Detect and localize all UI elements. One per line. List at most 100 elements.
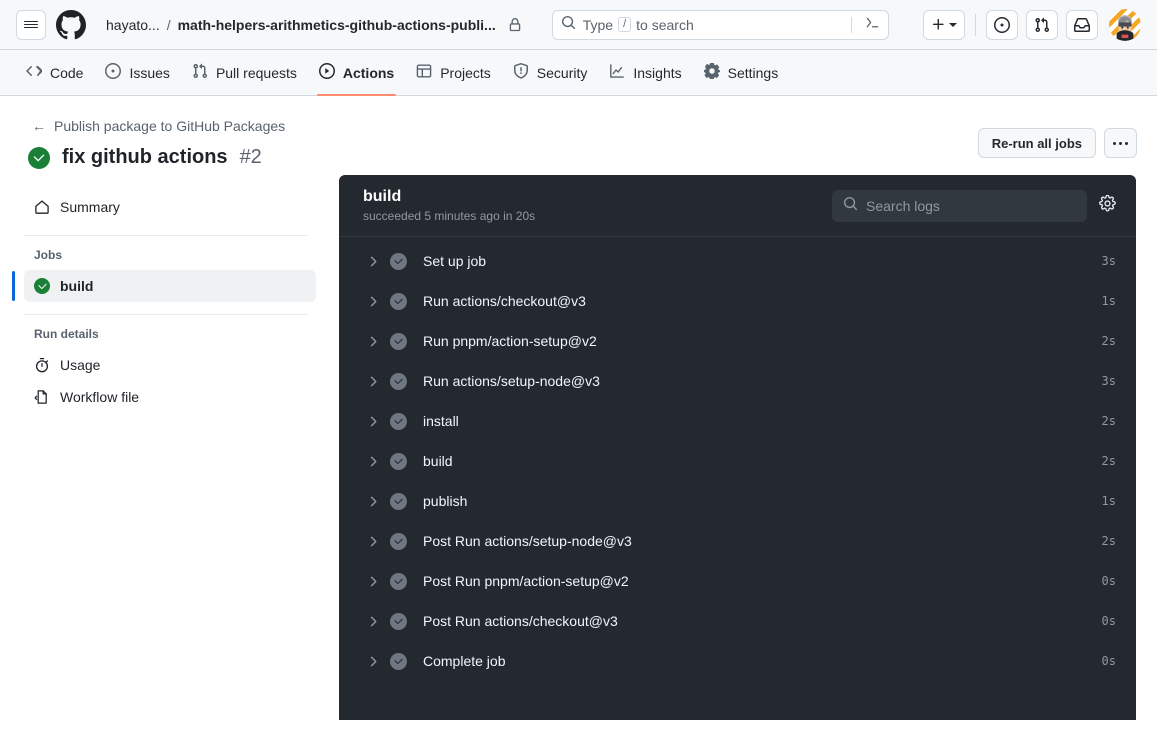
- breadcrumb-owner[interactable]: hayato...: [106, 17, 160, 33]
- breadcrumb-repo[interactable]: math-helpers-arithmetics-github-actions-…: [178, 17, 496, 33]
- chevron-right-icon[interactable]: [363, 495, 383, 508]
- step-row[interactable]: Set up job 3s: [339, 241, 1136, 281]
- dot: [1113, 141, 1116, 145]
- search-logs-placeholder: Search logs: [866, 197, 940, 214]
- step-success-icon: [390, 412, 407, 430]
- sidebar-item-usage[interactable]: Usage: [24, 349, 316, 381]
- step-row[interactable]: Run pnpm/action-setup@v2 2s: [339, 321, 1136, 361]
- step-success-icon: [390, 252, 407, 270]
- step-name: Run actions/setup-node@v3: [423, 373, 600, 389]
- search-placeholder-prefix: Type: [582, 16, 614, 33]
- chevron-right-icon[interactable]: [363, 455, 383, 468]
- stopwatch-icon: [34, 357, 50, 373]
- gear-icon: [703, 62, 720, 82]
- issue-opened-icon: [994, 16, 1010, 33]
- step-row[interactable]: install 2s: [339, 401, 1136, 441]
- global-header: hayato... / math-helpers-arithmetics-git…: [0, 0, 1157, 50]
- chevron-right-icon[interactable]: [363, 655, 383, 668]
- step-list: Set up job 3s Run actions/checkout@v3 1s: [339, 237, 1136, 681]
- tab-issues[interactable]: Issues: [95, 50, 179, 95]
- avatar[interactable]: [1109, 8, 1141, 41]
- github-logo[interactable]: [56, 9, 86, 40]
- step-duration: 0s: [1101, 574, 1116, 588]
- rerun-all-jobs-button[interactable]: Re-run all jobs: [977, 128, 1096, 158]
- sidebar-item-build[interactable]: build: [12, 270, 316, 302]
- divider: [850, 16, 852, 33]
- arrow-left-icon: ←: [32, 118, 46, 134]
- step-row[interactable]: Run actions/setup-node@v3 3s: [339, 361, 1136, 401]
- tab-label: Pull requests: [215, 64, 297, 81]
- tab-projects[interactable]: Projects: [406, 50, 501, 95]
- tab-actions[interactable]: Actions: [309, 50, 404, 96]
- tab-insights[interactable]: Insights: [599, 50, 691, 95]
- step-success-icon: [390, 572, 407, 590]
- run-body: Summary Jobs build Run details Usage Wor…: [0, 175, 1157, 720]
- step-name: publish: [423, 493, 468, 509]
- step-duration: 3s: [1101, 254, 1116, 268]
- tab-pull-requests[interactable]: Pull requests: [182, 50, 307, 95]
- search-input[interactable]: Type / to search: [551, 9, 889, 40]
- step-row[interactable]: Post Run actions/setup-node@v3 2s: [339, 521, 1136, 561]
- inbox-icon: [1074, 17, 1090, 32]
- workflow-back-link[interactable]: ← Publish package to GitHub Packages: [32, 118, 1141, 134]
- plus-icon: [932, 18, 944, 30]
- tab-security[interactable]: Security: [503, 50, 598, 95]
- chevron-right-icon[interactable]: [363, 575, 383, 588]
- step-duration: 2s: [1101, 534, 1116, 548]
- shield-icon: [513, 63, 529, 82]
- sidebar-item-summary[interactable]: Summary: [24, 191, 316, 223]
- step-duration: 2s: [1101, 414, 1116, 428]
- step-success-icon: [390, 612, 407, 630]
- tab-code[interactable]: Code: [16, 50, 93, 95]
- step-row[interactable]: Complete job 0s: [339, 641, 1136, 681]
- git-pull-request-icon: [192, 63, 208, 82]
- header-actions: [923, 8, 1141, 41]
- step-row[interactable]: Run actions/checkout@v3 1s: [339, 281, 1136, 321]
- breadcrumb: hayato... / math-helpers-arithmetics-git…: [106, 17, 522, 33]
- step-name: Set up job: [423, 253, 487, 269]
- step-name: Post Run actions/checkout@v3: [423, 613, 618, 629]
- chevron-right-icon[interactable]: [363, 615, 383, 628]
- run-sidebar: Summary Jobs build Run details Usage Wor…: [12, 191, 316, 720]
- job-status: succeeded 5 minutes ago in 20s: [363, 209, 536, 223]
- create-new-button[interactable]: [923, 9, 965, 40]
- job-logs-header: build succeeded 5 minutes ago in 20s Sea…: [339, 175, 1136, 237]
- step-row[interactable]: publish 1s: [339, 481, 1136, 521]
- chevron-right-icon[interactable]: [363, 335, 383, 348]
- tab-settings[interactable]: Settings: [694, 50, 789, 95]
- chevron-right-icon[interactable]: [363, 415, 383, 428]
- run-header-actions: Re-run all jobs: [977, 128, 1137, 158]
- sidebar-jobs-heading: Jobs: [34, 248, 63, 262]
- sidebar-item-workflow-file[interactable]: Workflow file: [24, 381, 316, 413]
- chevron-right-icon[interactable]: [363, 295, 383, 308]
- dot: [1119, 141, 1122, 145]
- code-icon: [26, 63, 43, 82]
- step-name: build: [423, 453, 453, 469]
- more-options-button[interactable]: [1104, 128, 1137, 158]
- run-number: #2: [239, 146, 262, 168]
- step-row[interactable]: build 2s: [339, 441, 1136, 481]
- tab-label: Code: [50, 64, 84, 81]
- workflow-file-icon: [34, 389, 50, 405]
- step-duration: 3s: [1101, 374, 1116, 388]
- workflow-name: Publish package to GitHub Packages: [54, 118, 286, 134]
- log-settings-button[interactable]: [1099, 194, 1116, 217]
- git-pull-request-icon: [1035, 17, 1050, 32]
- step-row[interactable]: Post Run actions/checkout@v3 0s: [339, 601, 1136, 641]
- command-palette-icon[interactable]: [865, 15, 880, 35]
- notifications-button[interactable]: [1066, 9, 1098, 40]
- step-name: Post Run actions/setup-node@v3: [423, 533, 632, 549]
- chevron-right-icon[interactable]: [363, 375, 383, 388]
- step-row[interactable]: Post Run pnpm/action-setup@v2 0s: [339, 561, 1136, 601]
- step-duration: 0s: [1101, 614, 1116, 628]
- pull-requests-button[interactable]: [1026, 9, 1058, 40]
- chevron-right-icon[interactable]: [363, 535, 383, 548]
- issues-button[interactable]: [986, 9, 1018, 40]
- home-icon: [34, 199, 50, 215]
- tab-label: Issues: [129, 64, 170, 81]
- slash-key-hint: /: [618, 17, 632, 32]
- divider: [24, 235, 308, 236]
- chevron-right-icon[interactable]: [363, 255, 383, 268]
- menu-icon[interactable]: [16, 9, 46, 40]
- search-logs-input[interactable]: Search logs: [832, 189, 1087, 222]
